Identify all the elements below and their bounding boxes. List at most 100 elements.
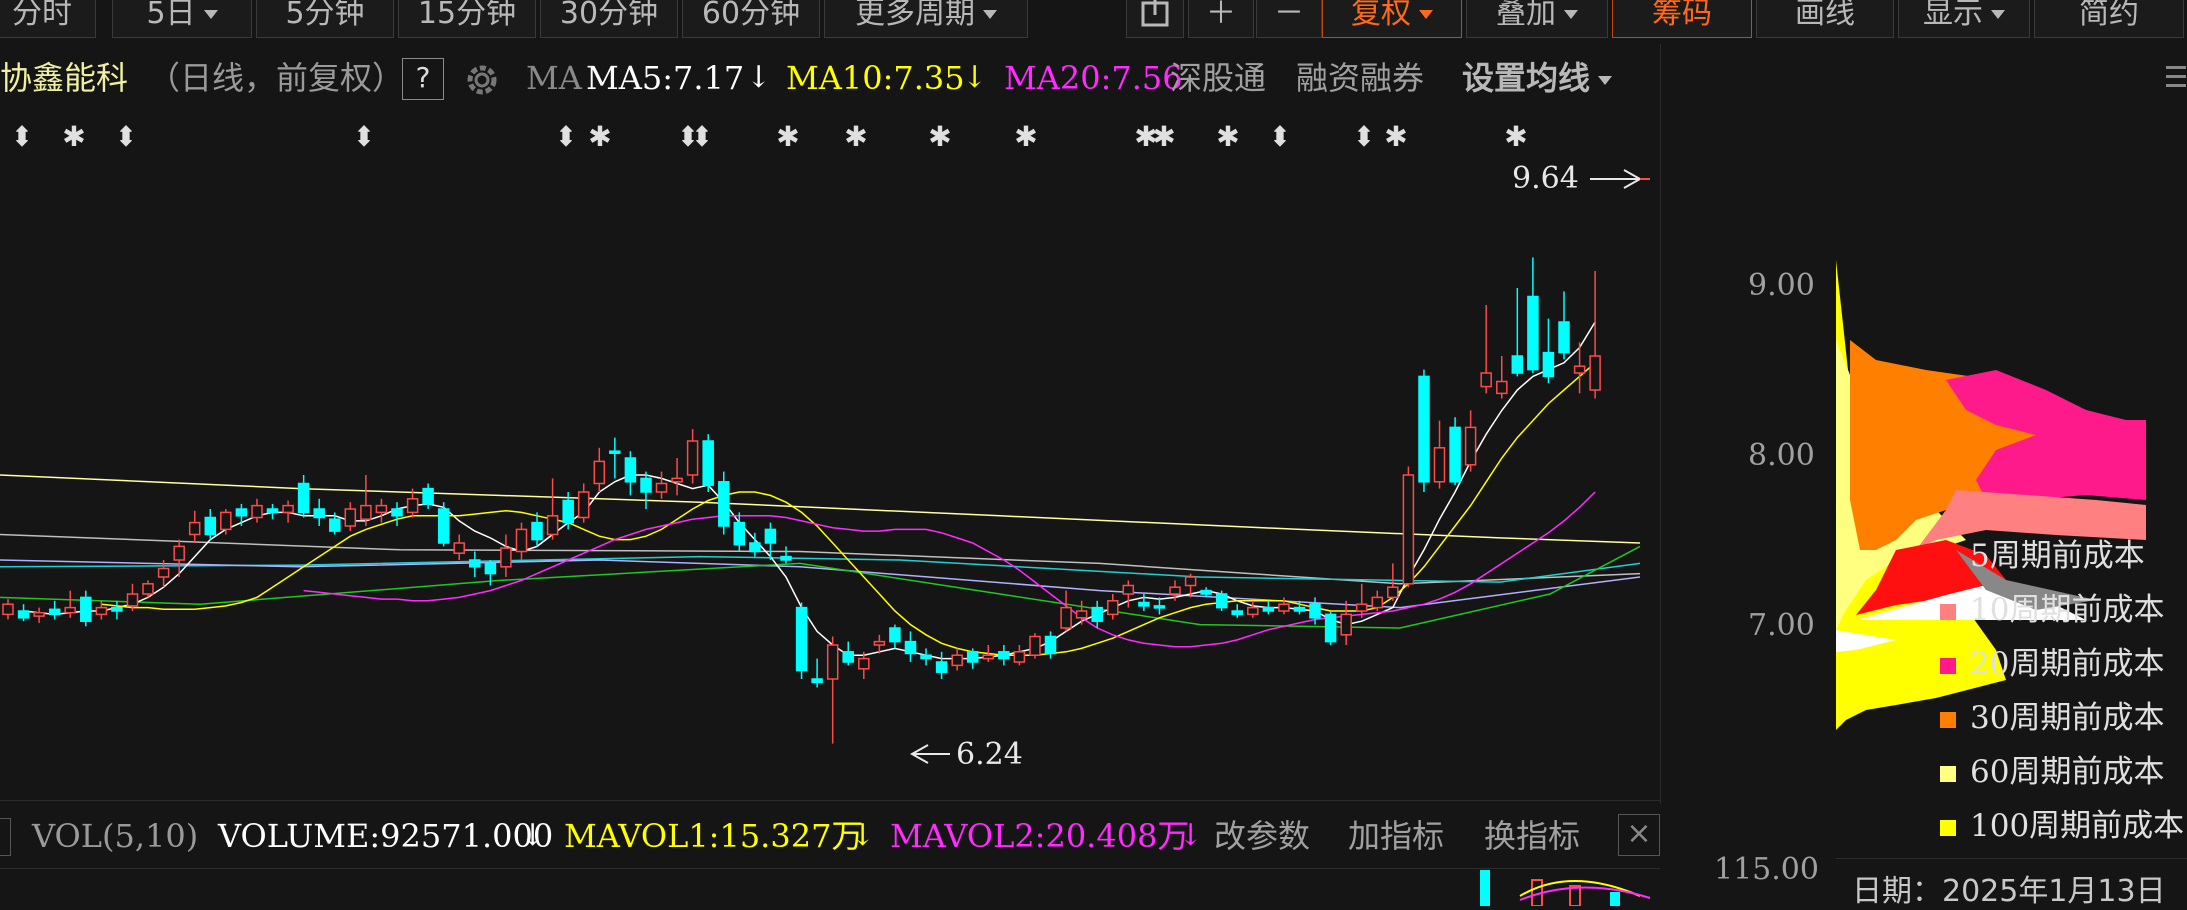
candle-body bbox=[1402, 474, 1415, 585]
info-mine-icon[interactable]: ✱ bbox=[62, 120, 85, 153]
candle-body bbox=[1060, 606, 1072, 629]
candle-body bbox=[1044, 635, 1057, 655]
candle-body bbox=[173, 545, 185, 561]
candle-body bbox=[406, 498, 419, 514]
dividend-icon[interactable]: ⬍ bbox=[690, 120, 713, 153]
sgt-link[interactable]: 深股通 bbox=[1170, 52, 1266, 104]
period-button-1[interactable]: 5日 bbox=[112, 0, 252, 38]
legend-label: 5周期前成本 bbox=[1970, 538, 2145, 574]
candle-body bbox=[1075, 610, 1088, 619]
candle-body bbox=[546, 515, 559, 536]
volume-value: VOLUME:92571.000 bbox=[218, 817, 554, 855]
info-mine-icon[interactable]: ✱ bbox=[588, 120, 611, 153]
set-ma-dropdown[interactable]: 设置均线 bbox=[1462, 52, 1613, 104]
dividend-icon[interactable]: ⬍ bbox=[352, 120, 375, 153]
chip-legend-item: 10周期前成本 bbox=[1940, 584, 2164, 629]
tool-button-label: 简约 bbox=[2079, 0, 2139, 31]
tool-button-1[interactable]: 叠加 bbox=[1466, 0, 1608, 38]
candle-body bbox=[1309, 603, 1321, 619]
candle-body bbox=[1558, 321, 1570, 354]
candle-body bbox=[1527, 295, 1539, 371]
ma5-down-arrow-icon: ↓ bbox=[746, 60, 772, 95]
candle-body bbox=[718, 481, 730, 527]
candle-body bbox=[251, 504, 263, 519]
period-button-3[interactable]: 15分钟 bbox=[398, 0, 536, 38]
candle-body bbox=[1278, 603, 1290, 612]
candle-body bbox=[1169, 586, 1181, 595]
candle-body bbox=[531, 521, 543, 541]
edit-params-button[interactable]: 改参数 bbox=[1214, 810, 1310, 862]
candle-body bbox=[702, 440, 714, 486]
toolbar: 分时 5日 5分钟 15分钟 30分钟 60分钟 更多周期 ＋ － 复权 叠加 筹码 画线 显示 简约 bbox=[0, 0, 2187, 40]
candle-body bbox=[1433, 447, 1446, 483]
zoom-in-icon[interactable]: ＋ bbox=[1188, 0, 1254, 38]
volume-down-arrow-icon: ↓ bbox=[520, 818, 546, 853]
ma5-value: MA5:7.17 bbox=[586, 59, 745, 97]
candle-body bbox=[1122, 584, 1135, 595]
legend-swatch bbox=[1940, 549, 1956, 566]
period-button-0[interactable]: 分时 bbox=[0, 0, 96, 38]
volume-bar bbox=[1480, 870, 1490, 906]
period-button-6[interactable]: 更多周期 bbox=[824, 0, 1028, 38]
candle-body bbox=[858, 657, 870, 670]
kline-chart[interactable]: ⬍ ✱ ⬍ ⬍ ⬍ ✱ ⬍⬍ ✱ ✱ ✱ ✱ ✱✱ ✱ ⬍ ⬍ ✱ ✱ 9.64 6.24 bbox=[0, 100, 1840, 880]
candle-body bbox=[577, 491, 590, 519]
chip-date-border bbox=[1836, 858, 2187, 859]
single-view-icon[interactable] bbox=[1126, 0, 1184, 38]
candle-body bbox=[920, 654, 932, 660]
candle-body bbox=[1324, 613, 1337, 643]
candle-body bbox=[826, 644, 839, 680]
ma120-line bbox=[0, 555, 1641, 583]
info-mine-icon[interactable]: ✱ bbox=[1152, 120, 1175, 153]
legend-swatch bbox=[1940, 657, 1956, 674]
candle-body bbox=[889, 627, 901, 643]
close-icon[interactable]: × bbox=[1618, 814, 1660, 856]
candle-body bbox=[609, 450, 621, 454]
dividend-icon[interactable]: ⬍ bbox=[1352, 120, 1375, 153]
period-button-2[interactable]: 5分钟 bbox=[256, 0, 394, 38]
candle-body bbox=[1589, 355, 1601, 391]
candle-body bbox=[500, 547, 512, 568]
info-mine-icon[interactable]: ✱ bbox=[1216, 120, 1239, 153]
period-button-4[interactable]: 30分钟 bbox=[540, 0, 678, 38]
tool-button-label: 显示 bbox=[1923, 0, 1983, 31]
chevron-down-icon bbox=[1598, 75, 1613, 85]
help-button[interactable]: ? bbox=[402, 58, 444, 100]
info-mine-icon[interactable]: ✱ bbox=[928, 120, 951, 153]
dividend-icon[interactable]: ⬍ bbox=[554, 120, 577, 153]
vol-panel-toggle[interactable] bbox=[0, 818, 11, 856]
tool-button-0[interactable]: 复权 bbox=[1322, 0, 1462, 38]
dividend-icon[interactable]: ⬍ bbox=[1268, 120, 1291, 153]
candle-body bbox=[1480, 372, 1492, 388]
chevron-down-icon bbox=[203, 10, 218, 19]
candle-body bbox=[982, 654, 995, 660]
add-indicator-button[interactable]: 加指标 bbox=[1348, 810, 1444, 862]
info-mine-icon[interactable]: ✱ bbox=[1504, 120, 1527, 153]
switch-indicator-button[interactable]: 换指标 bbox=[1484, 810, 1580, 862]
chip-legend-item: 30周期前成本 bbox=[1940, 692, 2164, 737]
tool-button-4[interactable]: 显示 bbox=[1898, 0, 2030, 38]
period-button-label: 30分钟 bbox=[559, 0, 659, 31]
volume-bars bbox=[1480, 870, 1651, 906]
zoom-out-icon[interactable]: － bbox=[1256, 0, 1322, 38]
info-mine-icon[interactable]: ✱ bbox=[1384, 120, 1407, 153]
legend-swatch bbox=[1940, 603, 1956, 620]
ma-label: MA bbox=[526, 59, 582, 97]
dividend-icon[interactable]: ⬍ bbox=[10, 120, 33, 153]
info-mine-icon[interactable]: ✱ bbox=[776, 120, 799, 153]
margin-link[interactable]: 融资融券 bbox=[1296, 52, 1424, 104]
chip-legend-item: 60周期前成本 bbox=[1940, 746, 2164, 791]
period-button-label: 更多周期 bbox=[855, 0, 975, 31]
dividend-icon[interactable]: ⬍ bbox=[114, 120, 137, 153]
tool-button-label: 叠加 bbox=[1496, 0, 1556, 31]
chevron-down-icon bbox=[1991, 10, 2005, 19]
tool-button-3[interactable]: 画线 bbox=[1756, 0, 1894, 38]
ma20-line bbox=[303, 491, 1596, 648]
tool-button-2[interactable]: 筹码 bbox=[1612, 0, 1752, 38]
info-mine-icon[interactable]: ✱ bbox=[1014, 120, 1037, 153]
tool-button-5[interactable]: 简约 bbox=[2034, 0, 2184, 38]
period-button-5[interactable]: 60分钟 bbox=[682, 0, 820, 38]
info-mine-icon[interactable]: ✱ bbox=[844, 120, 867, 153]
list-icon[interactable] bbox=[2164, 62, 2187, 102]
candle-body bbox=[344, 508, 357, 527]
